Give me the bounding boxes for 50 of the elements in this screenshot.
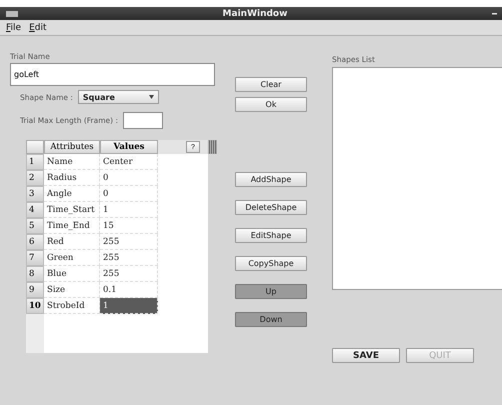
- window-title: MainWindow: [222, 8, 288, 18]
- row-number[interactable]: 2: [26, 170, 44, 186]
- attribute-cell[interactable]: Green: [44, 250, 100, 266]
- row-number[interactable]: 10: [26, 298, 44, 314]
- row-number[interactable]: 9: [26, 282, 44, 298]
- shape-button[interactable]: EditShape: [235, 228, 307, 243]
- row-number[interactable]: 3: [26, 186, 44, 202]
- save-button[interactable]: SAVE: [332, 348, 400, 363]
- minimize-icon[interactable]: [492, 12, 498, 16]
- window-menu-icon[interactable]: [6, 10, 18, 16]
- value-cell[interactable]: 255: [100, 266, 158, 282]
- value-cell[interactable]: 255: [100, 250, 158, 266]
- action-button[interactable]: Ok: [235, 97, 307, 112]
- shape-button[interactable]: AddShape: [235, 172, 307, 187]
- shape-button[interactable]: CopyShape: [235, 256, 307, 271]
- column-header[interactable]: Values: [100, 140, 158, 154]
- menu-item[interactable]: Edit: [29, 22, 47, 32]
- attribute-cell[interactable]: Name: [44, 154, 100, 170]
- attribute-cell[interactable]: Time_End: [44, 218, 100, 234]
- menu-item[interactable]: File: [6, 22, 22, 32]
- striped-icon: [207, 140, 217, 154]
- column-header[interactable]: Attributes: [44, 140, 100, 154]
- shape-button[interactable]: DeleteShape: [235, 200, 307, 215]
- shape-button[interactable]: Up: [235, 284, 307, 299]
- attribute-cell[interactable]: Size: [44, 282, 100, 298]
- shape-name-dropdown[interactable]: Square: [78, 90, 159, 104]
- value-cell[interactable]: 0: [100, 186, 158, 202]
- attribute-cell[interactable]: Time_Start: [44, 202, 100, 218]
- table-corner[interactable]: [26, 140, 44, 154]
- action-button[interactable]: Clear: [235, 77, 307, 92]
- row-number[interactable]: 7: [26, 250, 44, 266]
- shape-button[interactable]: Down: [235, 312, 307, 327]
- value-cell[interactable]: Center: [100, 154, 158, 170]
- value-cell[interactable]: 15: [100, 218, 158, 234]
- attribute-cell[interactable]: Red: [44, 234, 100, 250]
- trial-name-field[interactable]: goLeft: [10, 63, 215, 86]
- trial-max-length-field[interactable]: [122, 112, 163, 129]
- caret-icon: [148, 95, 154, 99]
- row-number[interactable]: 1: [26, 154, 44, 170]
- value-cell[interactable]: 1: [100, 202, 158, 218]
- attribute-cell[interactable]: Blue: [44, 266, 100, 282]
- row-number[interactable]: 6: [26, 234, 44, 250]
- value-cell[interactable]: 1: [100, 298, 158, 314]
- row-number[interactable]: 4: [26, 202, 44, 218]
- value-cell[interactable]: 0: [100, 170, 158, 186]
- attribute-cell[interactable]: Angle: [44, 186, 100, 202]
- row-number[interactable]: 5: [26, 218, 44, 234]
- value-cell[interactable]: 255: [100, 234, 158, 250]
- attribute-cell[interactable]: Radius: [44, 170, 100, 186]
- row-number[interactable]: 8: [26, 266, 44, 282]
